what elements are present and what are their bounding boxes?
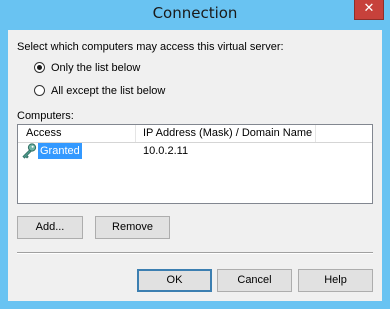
radio-button-all-except[interactable] bbox=[34, 85, 45, 96]
help-button[interactable]: Help bbox=[298, 269, 373, 292]
radio-selected-dot bbox=[37, 65, 42, 70]
dialog-body: Select which computers may access this v… bbox=[8, 30, 382, 301]
separator bbox=[17, 252, 373, 254]
column-header-address[interactable]: IP Address (Mask) / Domain Name bbox=[143, 127, 312, 139]
column-header-access[interactable]: Access bbox=[26, 127, 61, 139]
connection-dialog: Connection ✕ Select which computers may … bbox=[0, 0, 390, 309]
radio-label-only-list[interactable]: Only the list below bbox=[51, 62, 140, 74]
list-header: Access IP Address (Mask) / Domain Name bbox=[18, 125, 372, 143]
close-button[interactable]: ✕ bbox=[354, 0, 384, 20]
close-icon: ✕ bbox=[363, 1, 375, 16]
table-row[interactable]: Granted 10.0.2.11 bbox=[18, 143, 372, 160]
computers-label: Computers: bbox=[17, 110, 74, 122]
row-access-cell[interactable]: Granted bbox=[38, 143, 82, 159]
column-divider[interactable] bbox=[315, 125, 316, 142]
column-divider[interactable] bbox=[135, 125, 136, 142]
window-title: Connection bbox=[152, 4, 238, 22]
remove-button[interactable]: Remove bbox=[95, 216, 170, 239]
computers-list[interactable]: Access IP Address (Mask) / Domain Name G… bbox=[17, 124, 373, 204]
radio-label-all-except[interactable]: All except the list below bbox=[51, 85, 165, 97]
ok-button[interactable]: OK bbox=[137, 269, 212, 292]
cancel-button-label: Cancel bbox=[237, 274, 272, 286]
cancel-button[interactable]: Cancel bbox=[217, 269, 292, 292]
help-button-label: Help bbox=[324, 274, 347, 286]
remove-button-label: Remove bbox=[112, 221, 153, 233]
access-prompt: Select which computers may access this v… bbox=[17, 41, 284, 53]
key-icon bbox=[22, 143, 37, 159]
add-button-label: Add... bbox=[35, 221, 65, 233]
row-address-cell[interactable]: 10.0.2.11 bbox=[143, 143, 188, 159]
ok-button-label: OK bbox=[166, 274, 183, 286]
radio-button-only-list[interactable] bbox=[34, 62, 45, 73]
add-button[interactable]: Add... bbox=[17, 216, 83, 239]
title-bar[interactable]: Connection ✕ bbox=[0, 0, 390, 30]
